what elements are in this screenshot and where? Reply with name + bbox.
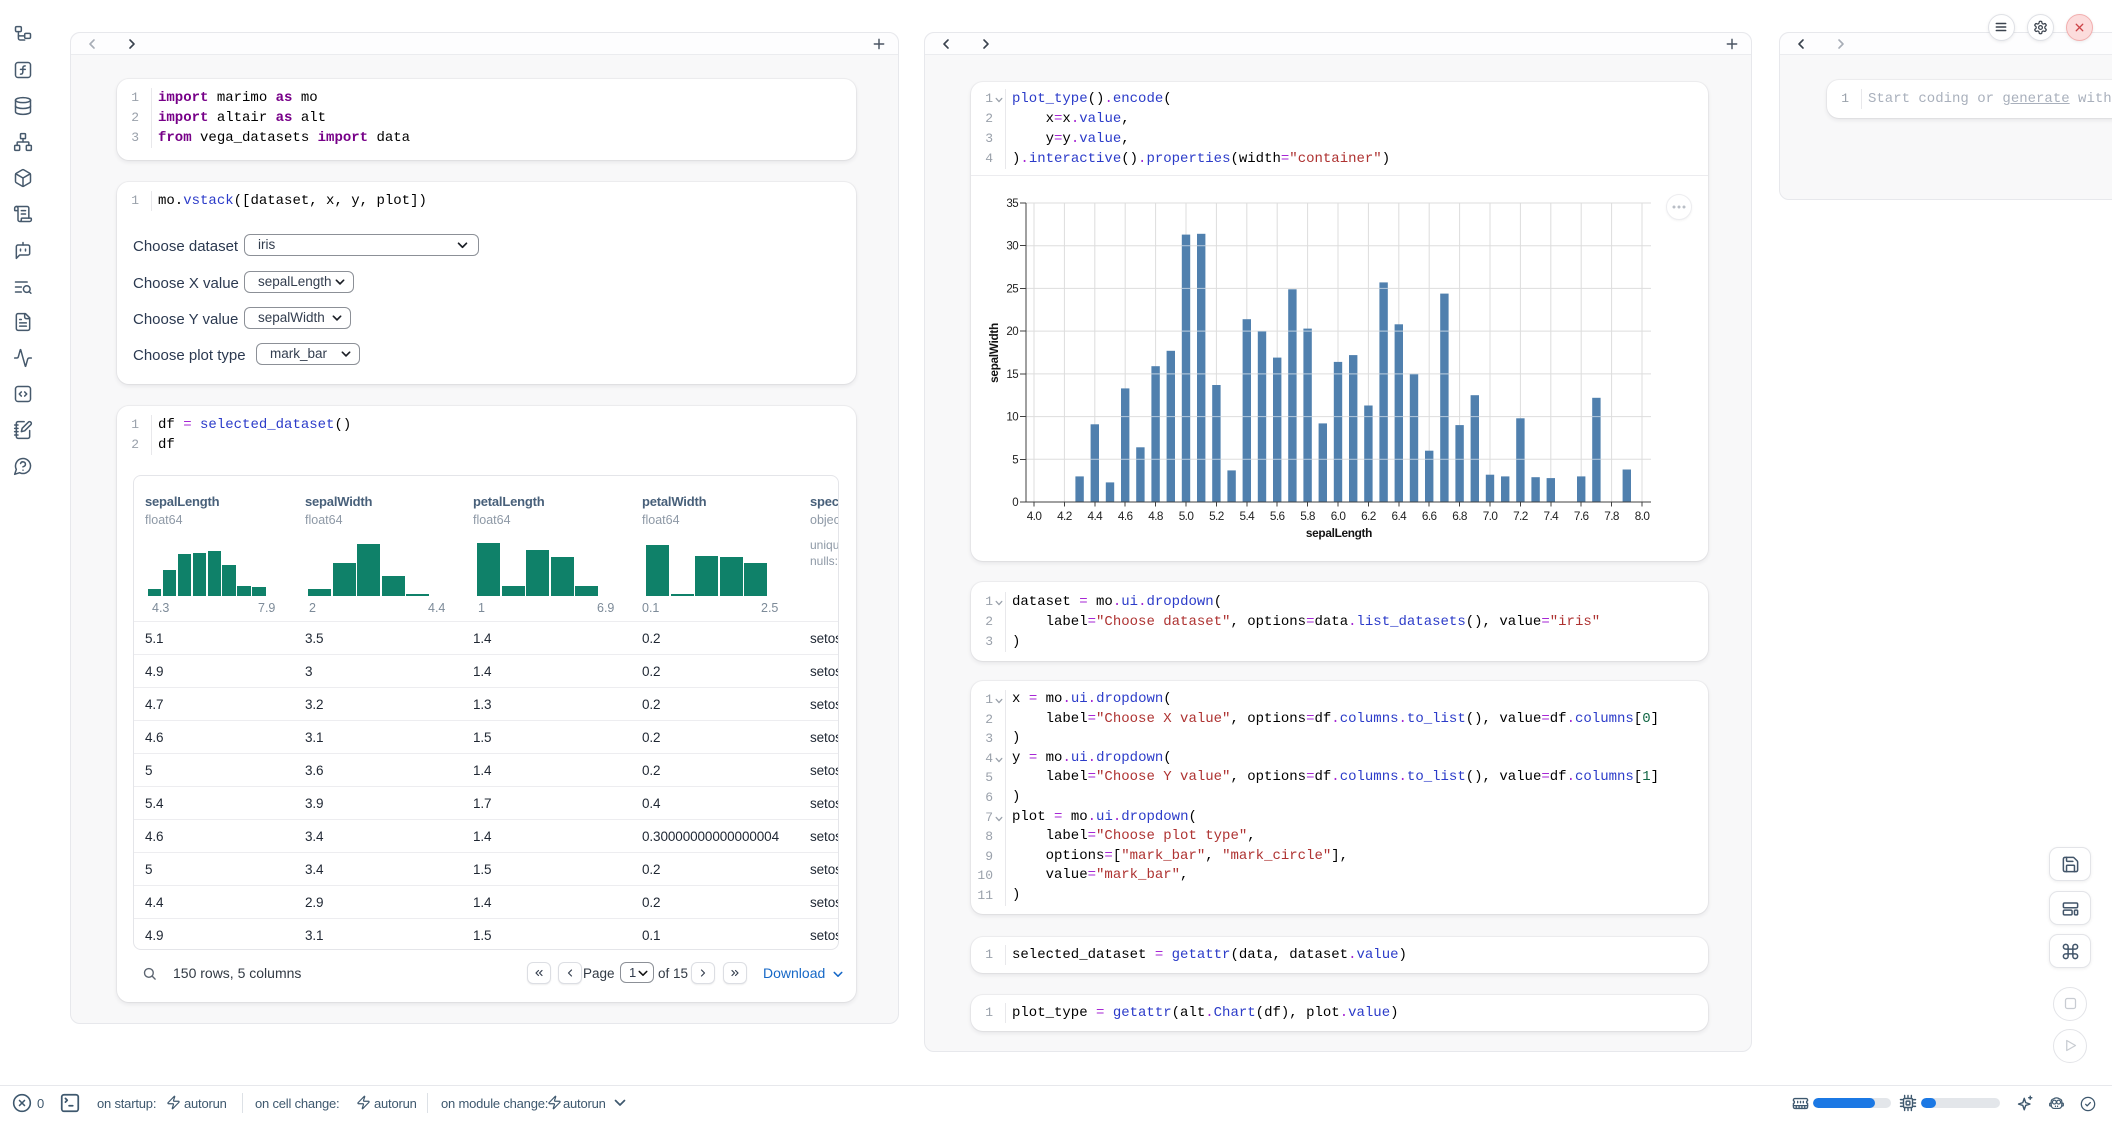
svg-text:7.2: 7.2 xyxy=(1513,509,1528,523)
svg-text:6.6: 6.6 xyxy=(1422,509,1438,523)
svg-text:20: 20 xyxy=(1006,326,1018,338)
svg-text:6.0: 6.0 xyxy=(1331,509,1347,523)
svg-text:4.8: 4.8 xyxy=(1148,509,1164,523)
svg-text:7.6: 7.6 xyxy=(1574,509,1590,523)
svg-text:25: 25 xyxy=(1006,283,1018,295)
svg-text:6.8: 6.8 xyxy=(1452,509,1468,523)
svg-text:10: 10 xyxy=(1006,412,1018,424)
svg-text:7.4: 7.4 xyxy=(1543,509,1559,523)
svg-text:sepalWidth: sepalWidth xyxy=(987,323,1001,383)
svg-text:4.6: 4.6 xyxy=(1118,509,1134,523)
svg-text:7.8: 7.8 xyxy=(1604,509,1620,523)
svg-text:4.0: 4.0 xyxy=(1027,509,1043,523)
svg-text:4.2: 4.2 xyxy=(1057,509,1072,523)
svg-text:5.2: 5.2 xyxy=(1209,509,1224,523)
svg-text:6.2: 6.2 xyxy=(1361,509,1376,523)
svg-text:35: 35 xyxy=(1006,198,1018,210)
svg-text:5: 5 xyxy=(1012,454,1018,466)
svg-text:5.6: 5.6 xyxy=(1270,509,1286,523)
svg-text:5.4: 5.4 xyxy=(1239,509,1255,523)
svg-text:4.4: 4.4 xyxy=(1087,509,1103,523)
svg-text:7.0: 7.0 xyxy=(1483,509,1499,523)
svg-text:sepalLength: sepalLength xyxy=(1306,526,1372,540)
svg-text:15: 15 xyxy=(1006,369,1018,381)
svg-text:30: 30 xyxy=(1006,241,1018,253)
svg-text:8.0: 8.0 xyxy=(1635,509,1651,523)
svg-text:5.0: 5.0 xyxy=(1179,509,1195,523)
svg-text:6.4: 6.4 xyxy=(1391,509,1407,523)
svg-text:5.8: 5.8 xyxy=(1300,509,1316,523)
svg-text:0: 0 xyxy=(1012,497,1018,509)
